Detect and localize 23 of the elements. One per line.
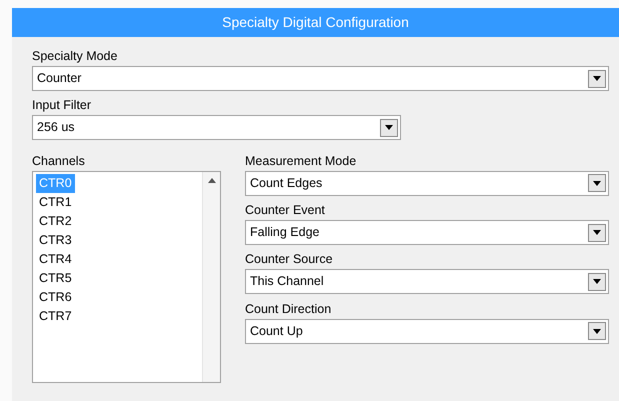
specialty-mode-label: Specialty Mode <box>32 48 118 64</box>
setting-label: Counter Source <box>245 251 334 268</box>
input-filter-label: Input Filter <box>32 97 92 114</box>
channel-item[interactable]: CTR2 <box>36 212 75 231</box>
input-filter-dropdown[interactable]: 256 us <box>32 115 401 140</box>
channel-item[interactable]: CTR7 <box>36 306 75 326</box>
setting-dropdown[interactable]: Falling Edge <box>245 220 609 245</box>
channel-item[interactable]: CTR6 <box>36 288 75 307</box>
setting-label: Counter Event <box>245 202 326 218</box>
scroll-up-icon[interactable] <box>208 178 216 183</box>
setting-dropdown[interactable]: This Channel <box>245 269 609 294</box>
channel-item[interactable]: CTR5 <box>36 268 75 288</box>
setting-label: Count Direction <box>245 300 332 316</box>
channel-item[interactable]: CTR1 <box>36 192 75 212</box>
setting-label: Measurement Mode <box>245 152 358 169</box>
channel-item[interactable]: CTR3 <box>36 230 75 250</box>
channels-label: Channels <box>32 152 86 169</box>
specialty-mode-dropdown[interactable]: Counter <box>32 66 609 91</box>
window-title: Specialty Digital Configuration <box>12 8 619 37</box>
channel-item[interactable]: CTR4 <box>36 250 75 269</box>
channels-list[interactable]: CTR0 CTR1 CTR2 CTR3 CTR4 CTR5 CTR6 CTR7 <box>32 170 221 383</box>
setting-dropdown[interactable]: Count Edges <box>245 170 609 196</box>
setting-dropdown[interactable]: Count Up <box>245 318 609 344</box>
